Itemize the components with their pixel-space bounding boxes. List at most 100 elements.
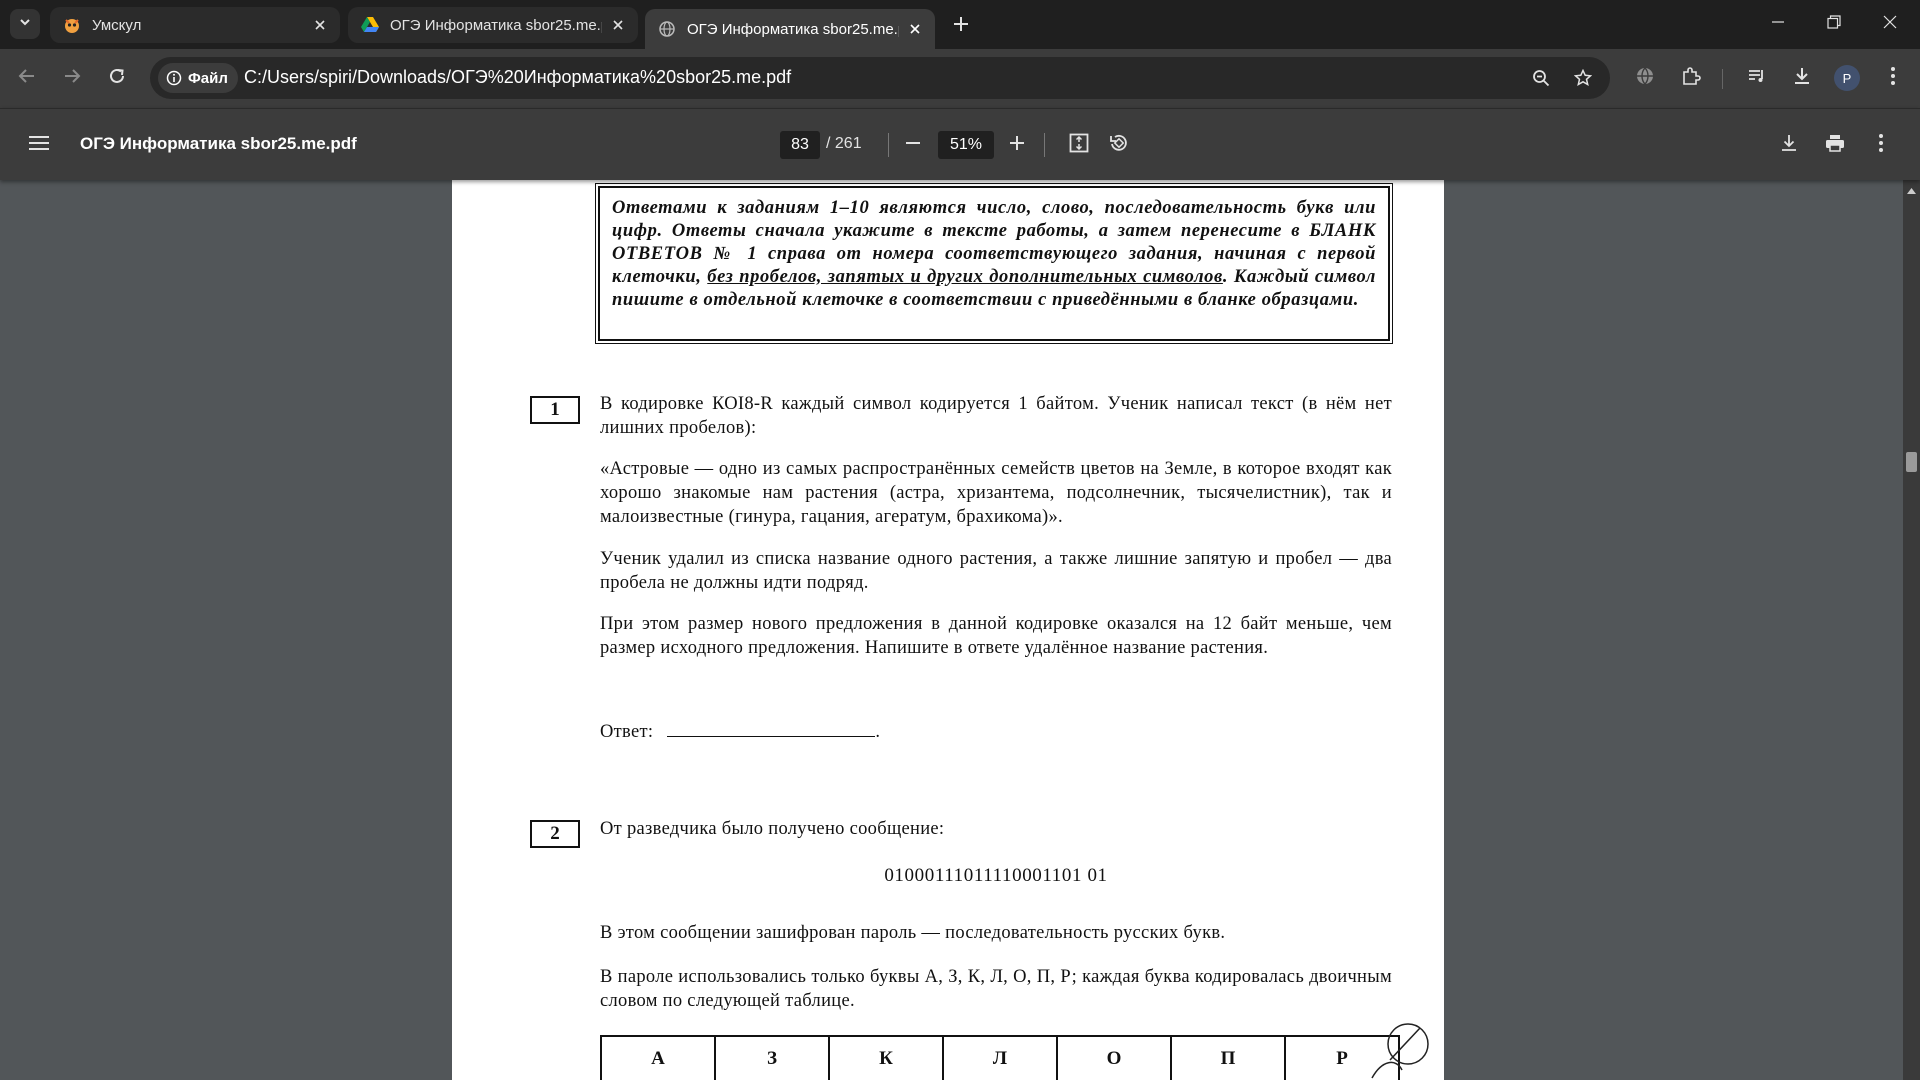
zoom-out-button[interactable]: [896, 128, 930, 162]
minimize-icon: [1771, 15, 1785, 34]
instructions-box: Ответами к заданиям 1–10 являются число,…: [595, 183, 1393, 344]
q1-condition: Ученик удалил из списка название одного …: [600, 549, 1392, 593]
q2-letters-info: В пароле использовались только буквы А, …: [600, 967, 1392, 1011]
extensions-button[interactable]: [1674, 61, 1708, 95]
table-cell: П: [1170, 1035, 1286, 1080]
globe-icon: [657, 19, 677, 39]
scrollbar[interactable]: [1903, 180, 1920, 1080]
site-info-label: Файл: [188, 69, 228, 87]
forward-button[interactable]: [55, 61, 89, 95]
downloads-button[interactable]: [1785, 61, 1819, 95]
tab-pdf-drive[interactable]: ОГЭ Информатика sbor25.me.pdf: [348, 7, 638, 43]
fit-page-button[interactable]: [1062, 128, 1096, 162]
site-info-chip[interactable]: Файл: [158, 63, 238, 93]
google-drive-icon: [360, 15, 380, 35]
pdf-viewer[interactable]: Ответами к заданиям 1–10 являются число,…: [0, 180, 1920, 1080]
toolbar-divider: [1044, 133, 1045, 157]
q1-task: При этом размер нового предложения в дан…: [600, 614, 1392, 658]
close-icon[interactable]: [610, 17, 626, 33]
tab-strip: Умскул ОГЭ Информатика sbor25.me.pdf ОГЭ…: [0, 0, 1920, 49]
reload-button[interactable]: [100, 61, 134, 95]
new-tab-button[interactable]: [944, 9, 978, 43]
table-cell: А: [600, 1035, 716, 1080]
q2-binary-message: 01000111011110001101 01: [884, 865, 1108, 886]
q2-intro: От разведчика было получено сообщение:: [600, 819, 945, 839]
page-number-input[interactable]: 83: [780, 131, 820, 159]
profile-avatar[interactable]: P: [1834, 65, 1860, 91]
tab-title: ОГЭ Информатика sbor25.me.pdf: [687, 20, 899, 38]
more-vert-icon: [1890, 66, 1896, 91]
pdf-toolbar: ОГЭ Информатика sbor25.me.pdf 83 / 261 5…: [0, 108, 1920, 180]
print-icon: [1825, 133, 1845, 158]
vpn-extension-button[interactable]: [1628, 61, 1662, 95]
q1-intro: В кодировке КОI8-R каждый символ кодируе…: [600, 394, 1392, 438]
queue-music-icon: [1747, 66, 1767, 91]
globe-shield-icon: [1635, 66, 1655, 91]
page-total: / 261: [826, 135, 862, 152]
minimize-button[interactable]: [1750, 0, 1806, 49]
arrow-right-icon: [63, 67, 81, 90]
q1-answer-row: Ответ:.: [600, 720, 1392, 744]
pdf-page: Ответами к заданиям 1–10 являются число,…: [452, 180, 1444, 1080]
reload-icon: [108, 67, 126, 90]
umskul-favicon: [62, 15, 82, 35]
scroll-up-arrow[interactable]: [1903, 186, 1920, 196]
more-vert-icon: [1878, 133, 1884, 158]
table-cell: К: [828, 1035, 944, 1080]
q2-description: В этом сообщении зашифрован пароль — пос…: [600, 923, 1226, 943]
browser-menu-button[interactable]: [1876, 61, 1910, 95]
address-bar[interactable]: Файл C:/Users/spiri/Downloads/ОГЭ%20Инфо…: [150, 57, 1610, 99]
browser-toolbar: Файл C:/Users/spiri/Downloads/ОГЭ%20Инфо…: [0, 49, 1920, 108]
pdf-more-button[interactable]: [1864, 128, 1898, 162]
close-icon[interactable]: [312, 17, 328, 33]
close-window-button[interactable]: [1862, 0, 1918, 49]
answer-period: .: [875, 722, 881, 742]
tab-umskul[interactable]: Умскул: [50, 7, 340, 43]
toolbar-divider: [1722, 69, 1723, 89]
bookmark-star-icon[interactable]: [1568, 63, 1598, 93]
rotate-icon: [1109, 133, 1129, 158]
table-cell: О: [1056, 1035, 1172, 1080]
toolbar-divider: [888, 133, 889, 157]
question-number: 1: [530, 396, 580, 424]
answer-line: [667, 721, 876, 737]
restore-button[interactable]: [1806, 0, 1862, 49]
media-controls-button[interactable]: [1740, 61, 1774, 95]
table-cell: Л: [942, 1035, 1058, 1080]
zoom-level-input[interactable]: 51%: [938, 131, 994, 159]
tab-pdf-active[interactable]: ОГЭ Информатика sbor25.me.pdf: [645, 9, 935, 49]
plus-icon: [953, 16, 969, 37]
download-icon: [1792, 66, 1812, 91]
tab-title: ОГЭ Информатика sbor25.me.pdf: [390, 16, 602, 34]
tab-search-button[interactable]: [10, 9, 40, 39]
pen-mark: [1371, 1023, 1429, 1079]
minus-icon: [905, 135, 921, 156]
table-cell: З: [714, 1035, 830, 1080]
fit-page-icon: [1069, 133, 1089, 158]
scrollbar-thumb[interactable]: [1906, 452, 1917, 472]
pdf-title: ОГЭ Информатика sbor25.me.pdf: [80, 134, 357, 153]
print-button[interactable]: [1818, 128, 1852, 162]
puzzle-icon: [1681, 66, 1701, 91]
instructions-underlined: без пробелов, запятых и других дополните…: [707, 267, 1223, 287]
pdf-sidebar-toggle[interactable]: [22, 128, 56, 162]
pdf-download-button[interactable]: [1772, 128, 1806, 162]
restore-icon: [1827, 15, 1841, 34]
plus-icon: [1009, 135, 1025, 156]
zoom-in-button[interactable]: [1000, 128, 1034, 162]
close-icon[interactable]: [907, 21, 923, 37]
url-text[interactable]: C:/Users/spiri/Downloads/ОГЭ%20Информати…: [244, 67, 791, 88]
download-icon: [1780, 134, 1798, 157]
arrow-left-icon: [18, 67, 36, 90]
chevron-down-icon: [18, 15, 32, 34]
close-icon: [1883, 15, 1897, 34]
q1-quote: «Астровые — одно из самых распространённ…: [600, 459, 1392, 527]
rotate-button[interactable]: [1102, 128, 1136, 162]
table-row: А З К Л О П Р: [600, 1035, 1400, 1080]
question-number: 2: [530, 820, 580, 848]
menu-icon: [29, 135, 49, 156]
answer-label: Ответ:: [600, 722, 654, 742]
info-icon: [166, 70, 182, 86]
back-button[interactable]: [10, 61, 44, 95]
zoom-icon[interactable]: [1526, 63, 1556, 93]
